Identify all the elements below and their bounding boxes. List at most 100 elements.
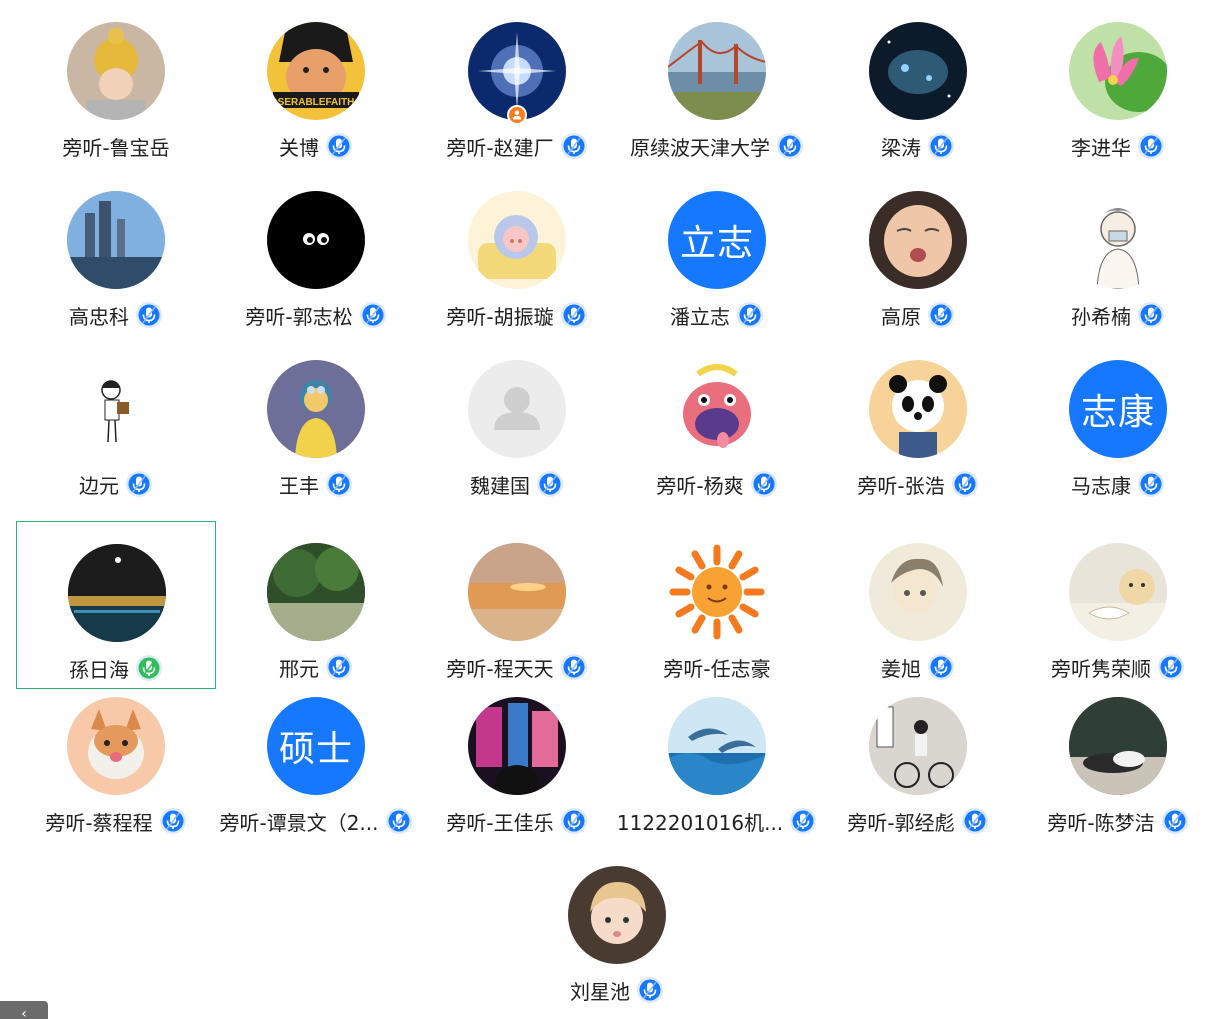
participant-tile[interactable]: 旁听-陈梦洁 (1018, 675, 1218, 843)
participant-label-row: 旁听-谭景文（2... (216, 805, 416, 837)
participant-label-row: 旁听-郭经彪 (818, 805, 1018, 837)
participant-tile[interactable]: 1122201016机... (617, 675, 817, 843)
mic-icon[interactable] (359, 301, 387, 329)
participant-label-row: 1122201016机... (617, 805, 817, 837)
participant-tile[interactable]: 魏建国 (417, 338, 617, 506)
participant-tile[interactable]: 梁涛 (818, 0, 1018, 168)
avatar (468, 191, 566, 289)
avatar (1069, 697, 1167, 795)
mic-icon[interactable] (951, 470, 979, 498)
mic-icon[interactable] (789, 807, 817, 835)
avatar (1069, 543, 1167, 641)
svg-text:SERABLEFAITH: SERABLEFAITH (278, 97, 355, 108)
participant-tile[interactable]: 旁听-程天天 (417, 521, 617, 689)
participant-tile[interactable]: 旁听-任志豪 (617, 521, 817, 689)
mic-icon[interactable] (750, 470, 778, 498)
participant-name: 旁听-张浩 (857, 473, 945, 498)
participant-label-row: 马志康 (1018, 468, 1218, 500)
participant-tile[interactable]: 立志 潘立志 (617, 169, 817, 337)
participant-tile[interactable]: 旁听-郭志松 (216, 169, 416, 337)
avatar (568, 866, 666, 964)
participant-tile[interactable]: 旁听-郭经彪 (818, 675, 1018, 843)
participant-tile[interactable]: 刘星池 (517, 844, 717, 1012)
avatar (869, 191, 967, 289)
participant-tile[interactable]: 旁听-张浩 (818, 338, 1018, 506)
participant-label-row: 旁听-陈梦洁 (1018, 805, 1218, 837)
participant-label-row: 原续波天津大学 (617, 130, 817, 162)
participant-name: 李进华 (1071, 135, 1131, 160)
participant-tile[interactable]: 原续波天津大学 (617, 0, 817, 168)
mic-icon[interactable] (776, 132, 804, 160)
participant-name: 高原 (881, 304, 921, 329)
avatar (869, 360, 967, 458)
avatar (668, 360, 766, 458)
participant-name: 旁听-胡振璇 (446, 304, 554, 329)
collapse-panel-button[interactable]: ‹ (0, 1001, 48, 1019)
mic-icon[interactable] (560, 301, 588, 329)
participant-tile[interactable]: 旁听-杨爽 (617, 338, 817, 506)
avatar (668, 543, 766, 641)
mic-icon[interactable] (1137, 132, 1165, 160)
mic-icon[interactable] (1161, 807, 1189, 835)
avatar (1069, 191, 1167, 289)
avatar (869, 543, 967, 641)
avatar (668, 22, 766, 120)
participant-label-row: 李进华 (1018, 130, 1218, 162)
mic-icon[interactable] (159, 807, 187, 835)
participant-tile[interactable]: 边元 (16, 338, 216, 506)
mic-icon[interactable] (736, 301, 764, 329)
mic-icon[interactable] (636, 976, 664, 1004)
mic-icon[interactable] (961, 807, 989, 835)
participant-tile[interactable]: SERABLEFAITH 关博 (216, 0, 416, 168)
participant-tile[interactable]: 旁听隽荣顺 (1018, 521, 1218, 689)
mic-icon[interactable] (536, 470, 564, 498)
avatar (869, 697, 967, 795)
participant-gallery: 旁听-鲁宝岳 SERABLEFAITH 关博 旁听-赵建厂 原续波天津大学 梁涛 李… (0, 0, 1220, 1019)
participant-name: 孙希楠 (1071, 304, 1131, 329)
mic-icon[interactable] (385, 807, 413, 835)
participant-tile-active[interactable]: 孫日海 (16, 521, 216, 689)
participant-tile[interactable]: 硕士旁听-谭景文（2... (216, 675, 416, 843)
mic-icon[interactable] (927, 301, 955, 329)
avatar (668, 697, 766, 795)
participant-tile[interactable]: 旁听-赵建厂 (417, 0, 617, 168)
participant-name: 魏建国 (470, 473, 530, 498)
participant-tile[interactable]: 李进华 (1018, 0, 1218, 168)
mic-icon[interactable] (135, 301, 163, 329)
participant-tile[interactable]: 旁听-王佳乐 (417, 675, 617, 843)
participant-label-row: 关博 (216, 130, 416, 162)
participant-name: 潘立志 (670, 304, 730, 329)
mic-icon[interactable] (325, 470, 353, 498)
mic-icon[interactable] (927, 132, 955, 160)
participant-label-row: 孙希楠 (1018, 299, 1218, 331)
participant-tile[interactable]: 志康 马志康 (1018, 338, 1218, 506)
mic-icon[interactable] (1137, 470, 1165, 498)
participant-label-row: 旁听-张浩 (818, 468, 1018, 500)
avatar (869, 22, 967, 120)
mic-icon[interactable] (560, 132, 588, 160)
participant-tile[interactable]: 旁听-蔡程程 (16, 675, 216, 843)
participant-tile[interactable]: 邢元 (216, 521, 416, 689)
avatar-text: 硕士 (267, 697, 365, 795)
mic-icon[interactable] (560, 807, 588, 835)
participant-name: 旁听-赵建厂 (446, 135, 554, 160)
mic-icon[interactable] (125, 470, 153, 498)
participant-name: 旁听-郭志松 (245, 304, 353, 329)
participant-label-row: 边元 (16, 468, 216, 500)
mic-icon[interactable] (325, 132, 353, 160)
participant-label-row: 潘立志 (617, 299, 817, 331)
avatar: SERABLEFAITH (267, 22, 365, 120)
participant-tile[interactable]: 王丰 (216, 338, 416, 506)
participant-name: 马志康 (1071, 473, 1131, 498)
participant-tile[interactable]: 姜旭 (818, 521, 1018, 689)
participant-tile[interactable]: 孙希楠 (1018, 169, 1218, 337)
participant-tile[interactable]: 高忠科 (16, 169, 216, 337)
participant-tile[interactable]: 旁听-胡振璇 (417, 169, 617, 337)
participant-tile[interactable]: 高原 (818, 169, 1018, 337)
participant-tile[interactable]: 旁听-鲁宝岳 (16, 0, 216, 168)
avatar (267, 360, 365, 458)
avatar (67, 360, 165, 458)
mic-icon[interactable] (1137, 301, 1165, 329)
participant-label-row: 旁听-赵建厂 (417, 130, 617, 162)
avatar (468, 543, 566, 641)
